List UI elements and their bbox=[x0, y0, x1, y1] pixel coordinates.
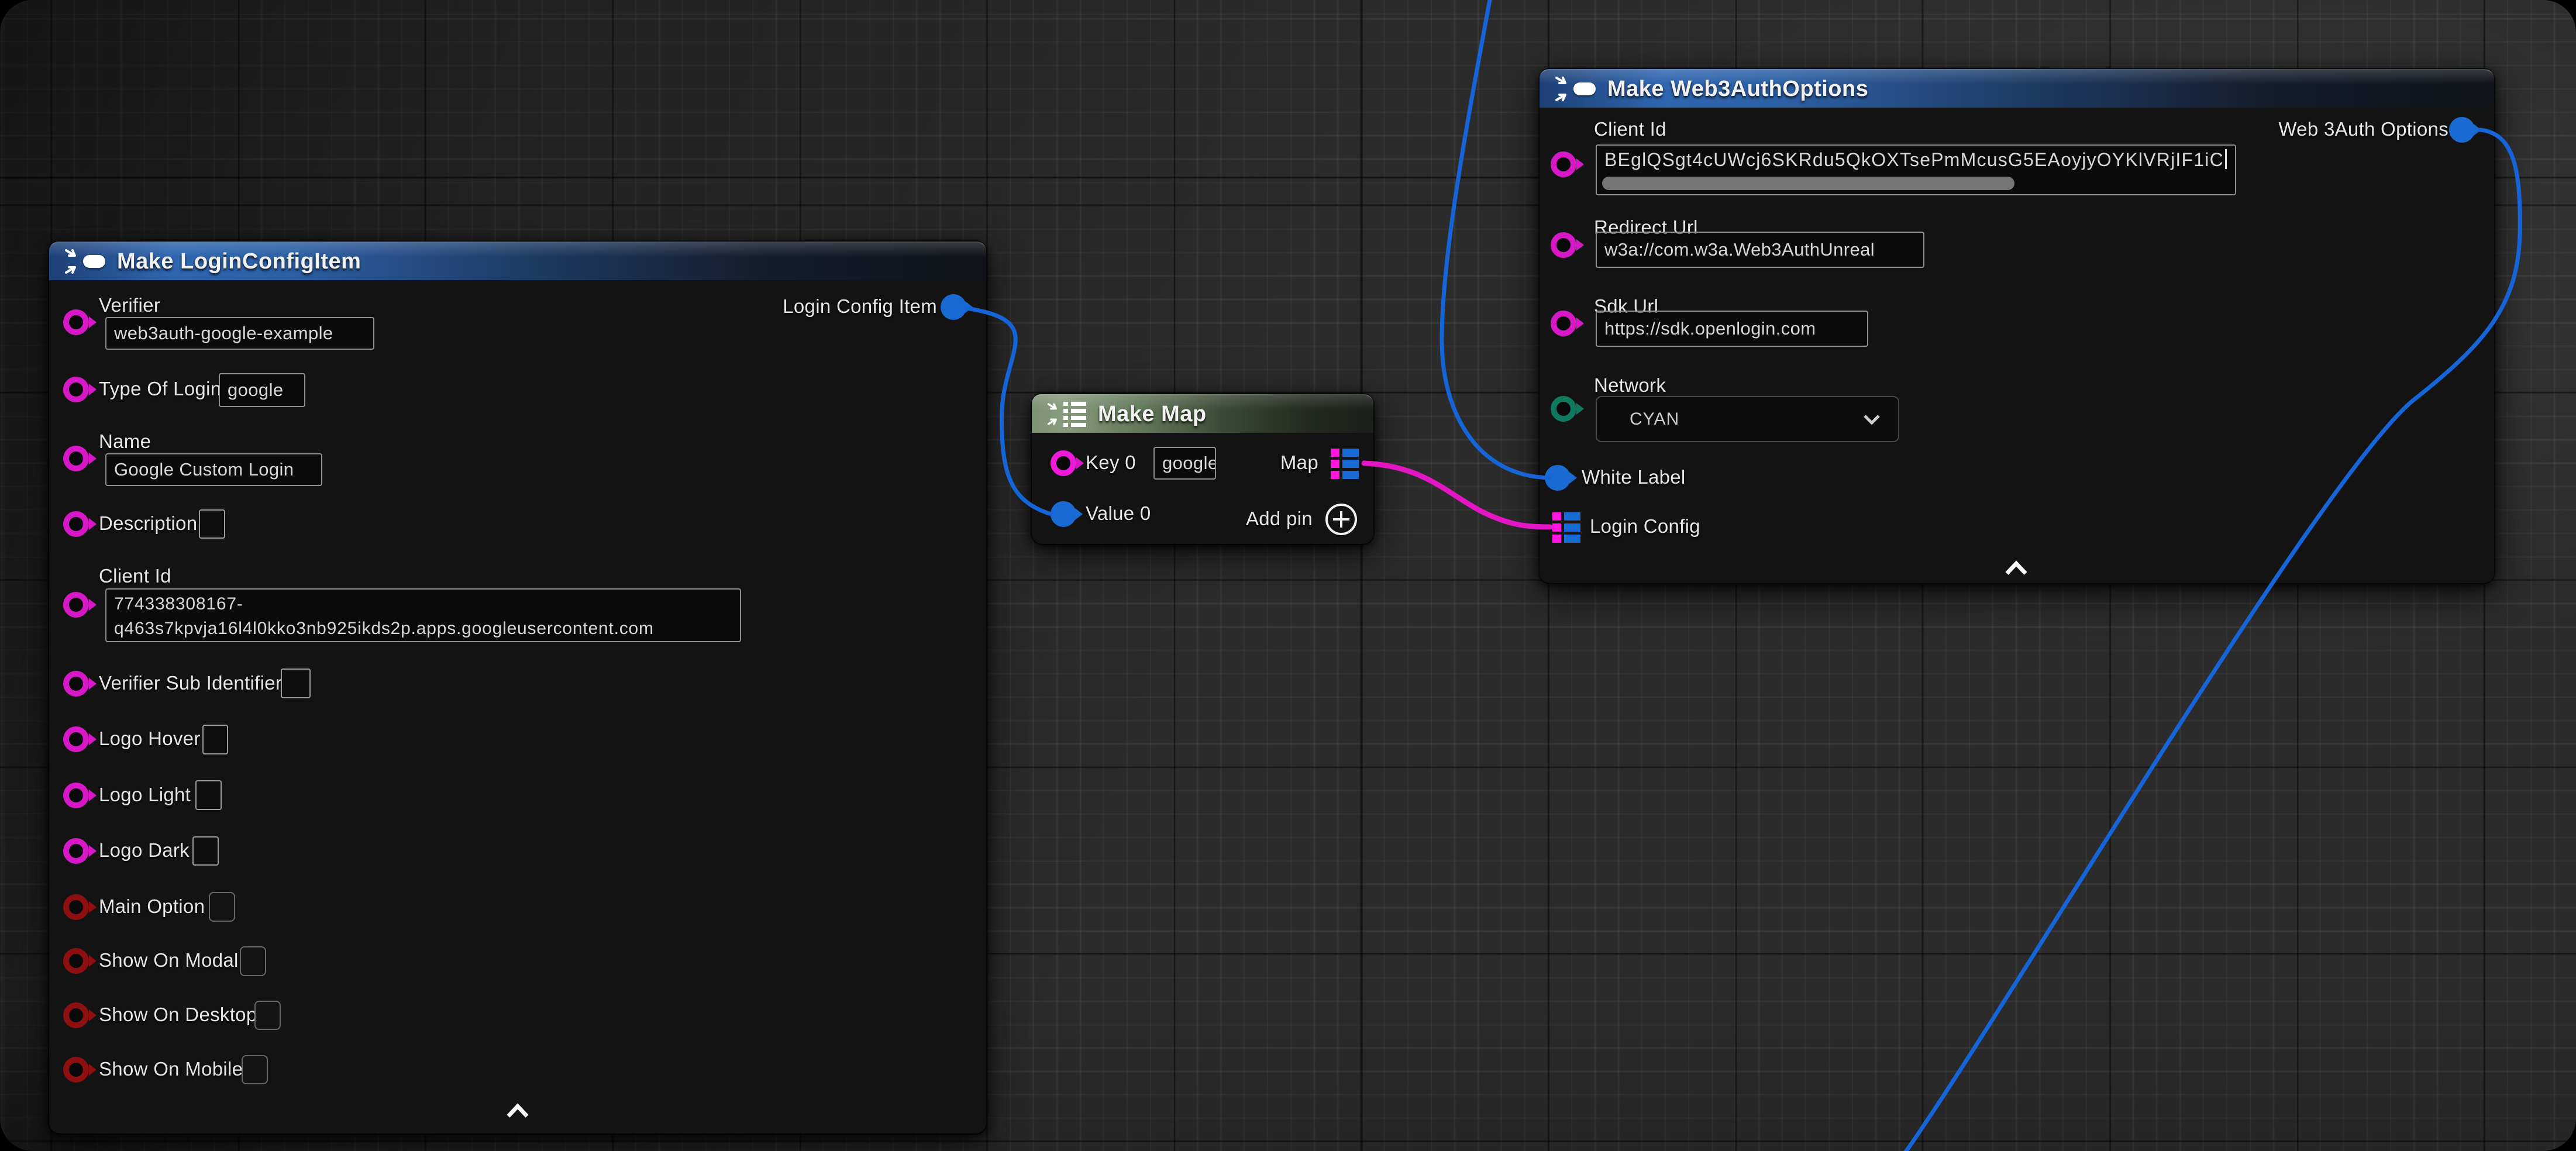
collapse-chevron-icon[interactable] bbox=[2003, 561, 2029, 579]
key-0-label: Key 0 bbox=[1086, 452, 1136, 474]
node-make-map[interactable]: Make Map Key 0 google Map Value 0 Add pi… bbox=[1032, 394, 1373, 544]
node-make-web3authoptions[interactable]: Make Web3AuthOptions Client Id BEglQSgt4… bbox=[1540, 69, 2494, 583]
pin-redirect-url[interactable] bbox=[1551, 232, 1576, 258]
pin-value-0[interactable] bbox=[1051, 501, 1076, 527]
make-map-icon bbox=[1047, 402, 1086, 427]
verifier-input[interactable]: web3auth-google-example bbox=[105, 317, 374, 350]
client-id-input[interactable]: BEglQSgt4cUWcj6SKRdu5QkOXTsePmMcusG5EAoy… bbox=[1596, 144, 2236, 195]
pin-map-output[interactable] bbox=[1331, 449, 1359, 479]
logo-hover-input[interactable] bbox=[202, 725, 228, 754]
verifier-label: Verifier bbox=[99, 294, 160, 316]
pin-main-option[interactable] bbox=[63, 894, 89, 920]
white-label-label: White Label bbox=[1582, 466, 1686, 488]
pin-web3auth-options-output[interactable] bbox=[2449, 117, 2475, 143]
show-on-modal-label: Show On Modal bbox=[99, 949, 239, 971]
horizontal-scrollbar-thumb[interactable] bbox=[1602, 177, 2014, 190]
client-id-label: Client Id bbox=[99, 565, 171, 587]
map-output-label: Map bbox=[1280, 452, 1318, 474]
sdk-url-input[interactable]: https://sdk.openlogin.com bbox=[1596, 311, 1868, 347]
pin-show-on-desktop[interactable] bbox=[63, 1002, 89, 1028]
add-pin-label: Add pin bbox=[1246, 508, 1313, 530]
name-input[interactable]: Google Custom Login bbox=[105, 453, 322, 486]
node-header-make-web3authoptions[interactable]: Make Web3AuthOptions bbox=[1540, 69, 2494, 108]
node-title: Make Map bbox=[1098, 402, 1207, 427]
pin-description[interactable] bbox=[63, 511, 89, 537]
client-id-label: Client Id bbox=[1594, 118, 1666, 140]
node-make-loginconfigitem[interactable]: Make LoginConfigItem Verifier web3auth-g… bbox=[49, 242, 986, 1133]
key-0-input[interactable]: google bbox=[1153, 447, 1216, 480]
pin-login-config[interactable] bbox=[1552, 512, 1580, 543]
pin-sdk-url[interactable] bbox=[1551, 311, 1576, 336]
pin-type-of-login[interactable] bbox=[63, 377, 89, 402]
name-label: Name bbox=[99, 430, 151, 453]
wire-top-to-whitelabel bbox=[1442, 0, 1549, 478]
pin-network[interactable] bbox=[1551, 396, 1576, 422]
network-label: Network bbox=[1594, 374, 1666, 397]
network-dropdown[interactable]: CYAN bbox=[1596, 396, 1899, 442]
add-pin-icon[interactable] bbox=[1325, 504, 1357, 535]
node-title: Make Web3AuthOptions bbox=[1607, 77, 1868, 102]
pin-logo-dark[interactable] bbox=[63, 838, 89, 864]
pin-verifier-sub-identifier[interactable] bbox=[63, 671, 89, 697]
value-0-label: Value 0 bbox=[1086, 502, 1151, 525]
main-option-checkbox[interactable] bbox=[209, 892, 235, 922]
pin-white-label[interactable] bbox=[1545, 465, 1571, 491]
type-of-login-label: Type Of Login bbox=[99, 378, 221, 400]
verifier-sub-identifier-label: Verifier Sub Identifier bbox=[99, 672, 282, 694]
pin-logo-light[interactable] bbox=[63, 783, 89, 808]
show-on-desktop-label: Show On Desktop bbox=[99, 1004, 257, 1026]
blueprint-graph-canvas[interactable]: Make LoginConfigItem Verifier web3auth-g… bbox=[0, 0, 2576, 1151]
logo-dark-input[interactable] bbox=[192, 836, 219, 866]
show-on-modal-checkbox[interactable] bbox=[240, 946, 266, 976]
pin-client-id[interactable] bbox=[63, 592, 89, 618]
pin-client-id[interactable] bbox=[1551, 151, 1576, 177]
type-of-login-input[interactable]: google bbox=[219, 373, 305, 407]
pin-logo-hover[interactable] bbox=[63, 726, 89, 752]
description-label: Description bbox=[99, 512, 197, 535]
pin-name[interactable] bbox=[63, 446, 89, 471]
node-header-make-map[interactable]: Make Map bbox=[1032, 394, 1373, 433]
main-option-label: Main Option bbox=[99, 895, 205, 918]
wire-map-to-loginconfig bbox=[1364, 463, 1550, 527]
logo-light-input[interactable] bbox=[195, 780, 222, 810]
web3auth-options-output-label: Web 3Auth Options bbox=[2278, 118, 2448, 140]
show-on-desktop-checkbox[interactable] bbox=[254, 1001, 281, 1030]
show-on-mobile-label: Show On Mobile bbox=[99, 1058, 243, 1080]
logo-light-label: Logo Light bbox=[99, 784, 191, 806]
pin-login-config-item-output[interactable] bbox=[941, 294, 966, 320]
description-input[interactable] bbox=[199, 509, 225, 539]
verifier-sub-identifier-input[interactable] bbox=[281, 668, 311, 698]
make-struct-icon bbox=[64, 249, 105, 274]
node-title: Make LoginConfigItem bbox=[117, 249, 361, 274]
client-id-input[interactable]: 774338308167- q463s7kpvja16l4l0kko3nb925… bbox=[105, 588, 741, 642]
collapse-chevron-icon[interactable] bbox=[505, 1104, 531, 1122]
make-struct-icon bbox=[1555, 76, 1596, 102]
redirect-url-input[interactable]: w3a://com.w3a.Web3AuthUnreal bbox=[1596, 232, 1924, 268]
dropdown-chevron-icon bbox=[1863, 409, 1881, 429]
node-header-make-loginconfigitem[interactable]: Make LoginConfigItem bbox=[49, 242, 986, 280]
show-on-mobile-checkbox[interactable] bbox=[242, 1055, 268, 1084]
login-config-label: Login Config bbox=[1590, 515, 1700, 537]
text-caret bbox=[2225, 149, 2227, 169]
logo-dark-label: Logo Dark bbox=[99, 839, 190, 861]
pin-show-on-modal[interactable] bbox=[63, 948, 89, 974]
pin-show-on-mobile[interactable] bbox=[63, 1057, 89, 1083]
pin-key-0[interactable] bbox=[1051, 450, 1076, 476]
logo-hover-label: Logo Hover bbox=[99, 728, 201, 750]
network-dropdown-value: CYAN bbox=[1630, 409, 1679, 429]
login-config-item-output-label: Login Config Item bbox=[783, 295, 937, 318]
pin-verifier[interactable] bbox=[63, 309, 89, 335]
